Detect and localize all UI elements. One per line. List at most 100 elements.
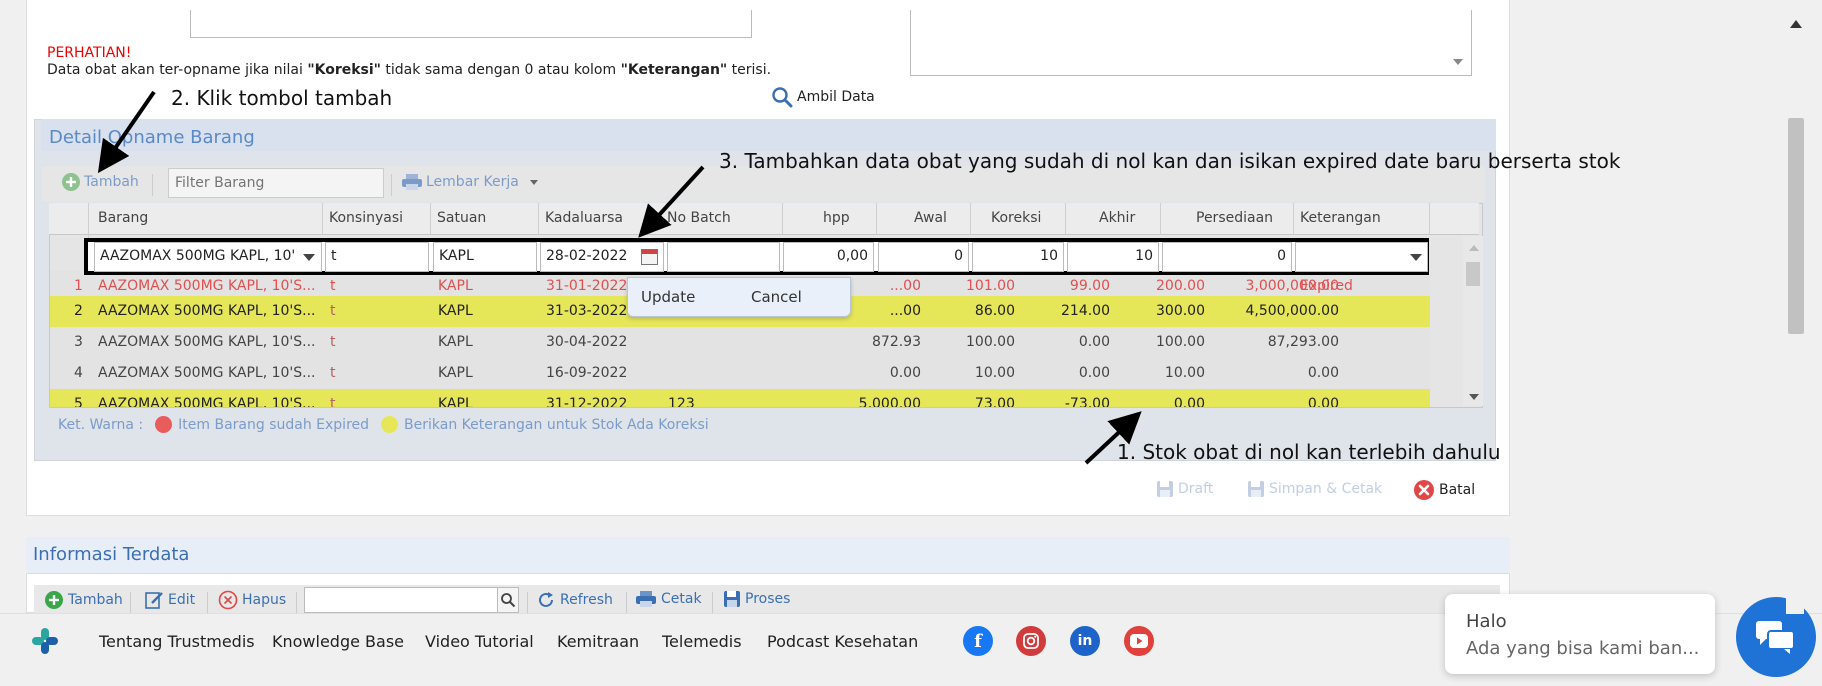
col-divider (430, 203, 431, 235)
col-satuan[interactable]: Satuan (437, 210, 486, 226)
plus-circle-icon (62, 173, 80, 191)
ambil-data-button[interactable]: Ambil Data (771, 86, 875, 108)
toolbar-divider (527, 592, 528, 614)
info-panel-header (26, 537, 1510, 573)
annotation-step-1: 1. Stok obat di nol kan terlebih dahulu (1117, 440, 1501, 464)
facebook-icon[interactable]: f (963, 626, 993, 656)
info-print-button[interactable]: Cetak (635, 590, 702, 608)
table-row[interactable]: 3 AAZOMAX 500MG KAPL, 10'S... t KAPL 30-… (50, 327, 1430, 358)
info-process-button[interactable]: Proses (723, 590, 790, 608)
batal-button[interactable]: Batal (1413, 479, 1475, 501)
printer-icon (402, 174, 422, 190)
info-refresh-button[interactable]: Refresh (536, 590, 613, 610)
warning-text: Data obat akan ter-opname jika nilai "Ko… (47, 62, 772, 78)
table-row[interactable]: 5 AAZOMAX 500MG KAPL, 10'S... t KAPL 31-… (50, 389, 1430, 407)
lembar-kerja-button[interactable]: Lembar Kerja (401, 173, 538, 191)
satuan-field[interactable]: KAPL (433, 242, 537, 272)
detail-panel-title: Detail Opname Barang (49, 127, 255, 148)
info-panel-title: Informasi Terdata (33, 544, 190, 565)
detail-panel-header (41, 119, 1496, 151)
detail-add-button[interactable]: Tambah (61, 172, 139, 192)
barang-select[interactable]: AAZOMAX 500MG KAPL, 10' (94, 242, 322, 272)
save-icon (1157, 481, 1173, 497)
filter-barang-input[interactable] (168, 168, 384, 198)
chevron-down-icon (529, 179, 538, 185)
search-button[interactable] (497, 587, 519, 613)
scroll-down-icon[interactable] (1469, 394, 1479, 400)
table-row[interactable]: 4 AAZOMAX 500MG KAPL, 10'S... t KAPL 16-… (50, 358, 1430, 389)
printer-icon (636, 591, 656, 607)
delete-circle-icon (218, 590, 238, 610)
youtube-icon[interactable] (1124, 626, 1154, 656)
akhir-field[interactable]: 10 (1067, 242, 1159, 272)
top-textarea[interactable] (910, 10, 1472, 76)
cancel-button[interactable]: Cancel (751, 288, 802, 306)
footer-link-podcast[interactable]: Podcast Kesehatan (767, 632, 918, 651)
chevron-down-icon[interactable] (1410, 254, 1422, 261)
chat-icon (1756, 621, 1795, 654)
chevron-down-icon[interactable] (303, 254, 315, 261)
col-hpp[interactable]: hpp (823, 210, 850, 226)
toolbar-divider (296, 592, 297, 614)
chat-bubble[interactable] (1445, 594, 1715, 674)
col-konsinyasi[interactable]: Konsinyasi (329, 210, 403, 226)
info-search-input[interactable] (304, 587, 498, 613)
color-legend: Ket. Warna : Item Barang sudah Expired B… (58, 416, 709, 433)
scroll-up-icon[interactable] (1790, 20, 1802, 28)
calendar-icon[interactable] (641, 249, 658, 265)
info-delete-button[interactable]: Hapus (218, 590, 286, 610)
col-barang[interactable]: Barang (98, 210, 148, 226)
annotation-step-3: 3. Tambahkan data obat yang sudah di nol… (719, 149, 1621, 173)
col-divider (876, 203, 877, 235)
info-edit-button[interactable]: Edit (144, 590, 195, 610)
toolbar-divider (712, 592, 713, 614)
instagram-icon[interactable] (1016, 626, 1046, 656)
footer-link-knowledge-base[interactable]: Knowledge Base (272, 632, 404, 651)
top-text-input[interactable] (190, 10, 752, 38)
footer-link-video-tutorial[interactable]: Video Tutorial (425, 632, 534, 651)
refresh-icon (539, 592, 553, 607)
col-persediaan[interactable]: Persediaan (1196, 210, 1273, 226)
col-divider (1429, 203, 1430, 235)
close-circle-icon (1414, 480, 1434, 500)
keterangan-select[interactable] (1295, 242, 1428, 272)
page-scroll-thumb[interactable] (1788, 118, 1804, 334)
save-icon (1248, 481, 1264, 497)
koreksi-field[interactable]: 10 (972, 242, 1064, 272)
footer-link-tentang[interactable]: Tentang Trustmedis (99, 632, 255, 651)
awal-field[interactable]: 0 (878, 242, 969, 272)
col-divider (782, 203, 783, 235)
simpan-cetak-button[interactable]: Simpan & Cetak (1247, 480, 1382, 498)
info-add-button[interactable]: Tambah (44, 590, 123, 610)
search-icon (501, 593, 516, 608)
col-koreksi[interactable]: Koreksi (991, 210, 1041, 226)
col-no-batch[interactable]: No Batch (667, 210, 731, 226)
annotation-step-2: 2. Klik tombol tambah (171, 86, 393, 110)
hpp-field[interactable]: 0,00 (783, 242, 874, 272)
col-keterangan[interactable]: Keterangan (1300, 210, 1381, 226)
col-divider (1293, 203, 1294, 235)
col-akhir[interactable]: Akhir (1099, 210, 1135, 226)
trustmedis-logo[interactable] (30, 626, 60, 660)
footer-link-telemedis[interactable]: Telemedis (662, 632, 742, 651)
grid-scroll-thumb[interactable] (1466, 262, 1480, 286)
col-awal[interactable]: Awal (914, 210, 947, 226)
persediaan-field[interactable]: 0 (1162, 242, 1292, 272)
col-kadaluarsa[interactable]: Kadaluarsa (545, 210, 623, 226)
scroll-up-icon[interactable] (1469, 245, 1479, 251)
konsinyasi-field[interactable]: t (325, 242, 429, 272)
toolbar-divider (626, 592, 627, 614)
no-batch-field[interactable] (667, 242, 780, 272)
chat-button[interactable] (1736, 597, 1816, 677)
scroll-down-icon[interactable] (1453, 59, 1463, 65)
warning-title: PERHATIAN! (47, 45, 132, 61)
update-button[interactable]: Update (641, 288, 695, 306)
linkedin-icon[interactable]: in (1070, 626, 1100, 656)
col-divider (322, 203, 323, 235)
toolbar-divider (152, 174, 153, 196)
chat-greeting: Halo (1466, 611, 1507, 632)
footer-link-kemitraan[interactable]: Kemitraan (557, 632, 639, 651)
col-divider (1160, 203, 1161, 235)
draft-button[interactable]: Draft (1156, 480, 1213, 498)
edit-icon (145, 592, 163, 609)
